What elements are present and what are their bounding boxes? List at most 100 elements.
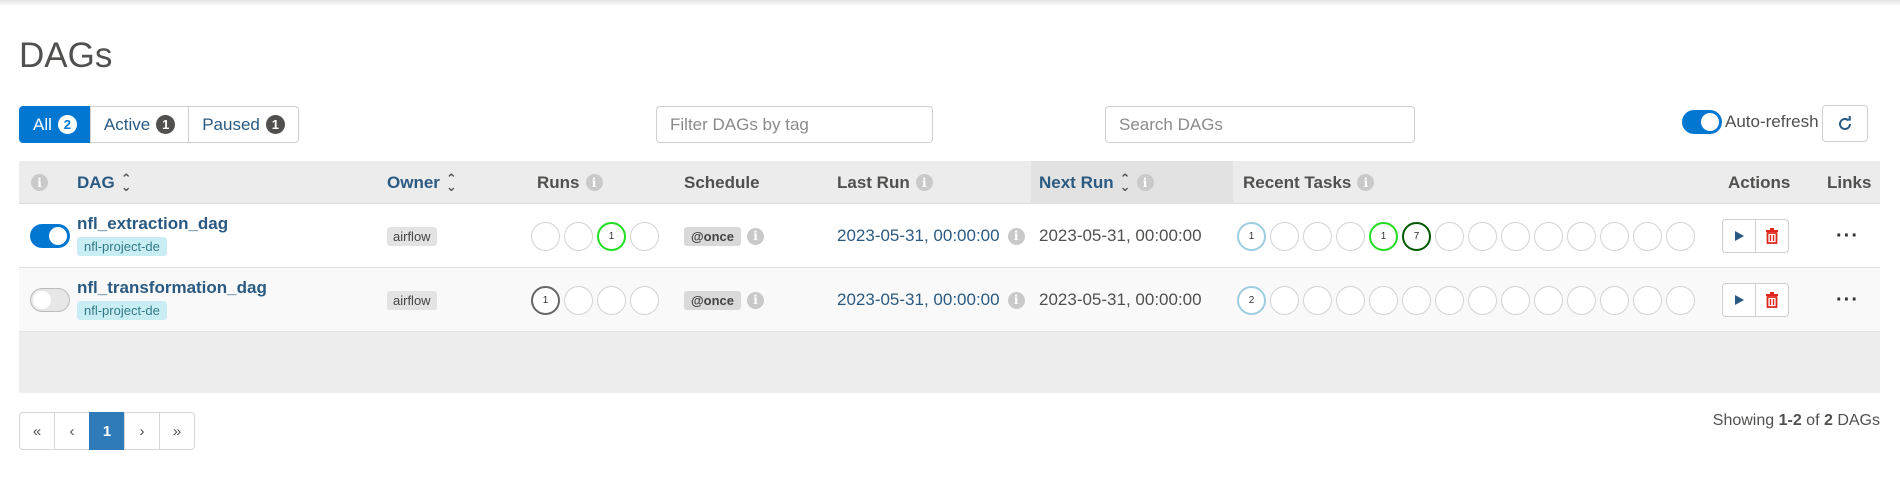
tag-filter-input[interactable] [656,106,933,143]
dag-pause-toggle[interactable] [30,288,70,312]
trigger-dag-button[interactable] [1722,283,1756,317]
showing-prefix: Showing [1712,412,1775,429]
schedule-badge: @once [684,290,742,310]
table-row: nfl_extraction_dag nfl-project-de airflo… [19,204,1880,268]
more-links-icon[interactable]: ··· [1836,289,1859,312]
delete-dag-button[interactable] [1755,283,1789,317]
task-state-circle[interactable]: 1 [1369,221,1398,251]
column-links-label: Links [1827,172,1872,192]
task-state-circle[interactable] [1600,221,1629,251]
recent-tasks-circles: 2 [1237,285,1695,315]
table-header: i DAG ⌃ ⌄ Owner ⌃ ⌄ Runs i Schedule Last R… [19,161,1880,204]
info-icon[interactable]: i [915,174,933,191]
column-dag-label: DAG [77,172,115,192]
dag-tag[interactable]: nfl-project-de [77,237,167,256]
trash-icon [1766,292,1778,308]
run-state-failed[interactable] [630,221,659,251]
task-state-circle[interactable] [1336,221,1365,251]
filter-all-button[interactable]: All 2 [19,106,91,143]
filter-active-button[interactable]: Active 1 [89,106,190,143]
task-state-circle[interactable] [1534,285,1563,315]
task-state-circle[interactable] [1501,221,1530,251]
task-state-circle[interactable] [1567,221,1596,251]
auto-refresh-control: Auto-refresh [1682,110,1819,134]
task-state-circle[interactable]: 1 [1237,221,1266,251]
showing-total: 2 [1823,412,1833,429]
column-dag[interactable]: DAG ⌃ ⌄ [77,161,132,204]
task-state-circle[interactable] [1633,221,1662,251]
task-state-circle[interactable]: 2 [1237,285,1266,315]
info-icon[interactable]: i [747,291,765,309]
task-state-circle[interactable] [1369,285,1398,315]
dag-name-link[interactable]: nfl_transformation_dag [77,278,267,298]
owner-badge[interactable]: airflow [387,226,437,246]
task-state-circle[interactable] [1270,221,1299,251]
trigger-dag-button[interactable] [1722,219,1756,253]
task-state-circle[interactable]: 7 [1402,221,1431,251]
task-state-circle[interactable] [1402,285,1431,315]
info-icon[interactable]: i [1007,291,1025,309]
sort-icon: ⌃ ⌄ [1119,170,1131,194]
top-navbar-shadow [0,0,1900,6]
task-state-circle[interactable] [1336,285,1365,315]
task-state-circle[interactable] [1567,285,1596,315]
prev-page-button[interactable]: ‹ [54,412,90,450]
task-state-circle[interactable] [1534,221,1563,251]
task-state-circle[interactable] [1468,285,1497,315]
filter-paused-count: 1 [265,115,285,134]
run-state-success[interactable] [597,285,626,315]
task-state-circle[interactable] [1633,285,1662,315]
next-page-button[interactable]: › [124,412,160,450]
task-state-circle[interactable] [1666,285,1695,315]
task-state-circle[interactable] [1501,285,1530,315]
select-all-info: i [31,161,48,204]
run-state-running[interactable] [564,221,593,251]
filter-all-label: All [33,114,52,134]
info-icon[interactable]: i [1136,174,1154,191]
owner-badge[interactable]: airflow [387,290,437,310]
task-state-circle[interactable] [1666,221,1695,251]
run-state-success[interactable]: 1 [597,221,626,251]
task-state-circle[interactable] [1435,285,1464,315]
pagination: « ‹ 1 › » [19,412,195,450]
auto-refresh-toggle[interactable] [1682,110,1722,134]
info-icon[interactable]: i [585,174,603,191]
refresh-button[interactable] [1822,105,1868,142]
delete-dag-button[interactable] [1755,219,1789,253]
task-state-circle[interactable] [1303,285,1332,315]
task-state-circle[interactable] [1303,221,1332,251]
last-run-link[interactable]: 2023-05-31, 00:00:00 [837,226,1000,246]
run-state-queued[interactable] [531,221,560,251]
column-owner[interactable]: Owner ⌃ ⌄ [387,161,457,204]
showing-suffix: DAGs [1837,412,1880,429]
last-run-link[interactable]: 2023-05-31, 00:00:00 [837,290,1000,310]
showing-count: Showing 1-2 of 2 DAGs [1713,412,1880,430]
task-state-circle[interactable] [1600,285,1629,315]
dag-runs-circles: 1 [531,285,659,315]
column-actions-label: Actions [1728,172,1791,192]
page-1-button[interactable]: 1 [89,412,125,450]
dag-name-link[interactable]: nfl_extraction_dag [77,214,228,234]
task-state-circle[interactable] [1435,221,1464,251]
search-dags-input[interactable] [1105,106,1415,143]
task-state-circle[interactable] [1270,285,1299,315]
column-next-run[interactable]: Next Run ⌃ ⌄ i [1031,161,1233,204]
dag-pause-toggle[interactable] [30,224,70,248]
run-state-failed[interactable] [630,285,659,315]
run-state-running[interactable] [564,285,593,315]
last-page-button[interactable]: » [159,412,195,450]
column-recent-tasks: Recent Tasks i [1243,161,1375,204]
info-icon[interactable]: i [747,227,765,245]
more-links-icon[interactable]: ··· [1836,225,1859,248]
play-icon [1735,231,1744,241]
dag-runs-circles: 1 [531,221,659,251]
filter-paused-button[interactable]: Paused 1 [188,106,299,143]
showing-range: 1-2 [1778,412,1802,429]
run-state-queued[interactable]: 1 [531,285,560,315]
info-icon[interactable]: i [1007,227,1025,245]
schedule-badge: @once [684,226,742,246]
first-page-button[interactable]: « [19,412,55,450]
info-icon[interactable]: i [1357,174,1375,191]
dag-tag[interactable]: nfl-project-de [77,301,167,320]
task-state-circle[interactable] [1468,221,1497,251]
